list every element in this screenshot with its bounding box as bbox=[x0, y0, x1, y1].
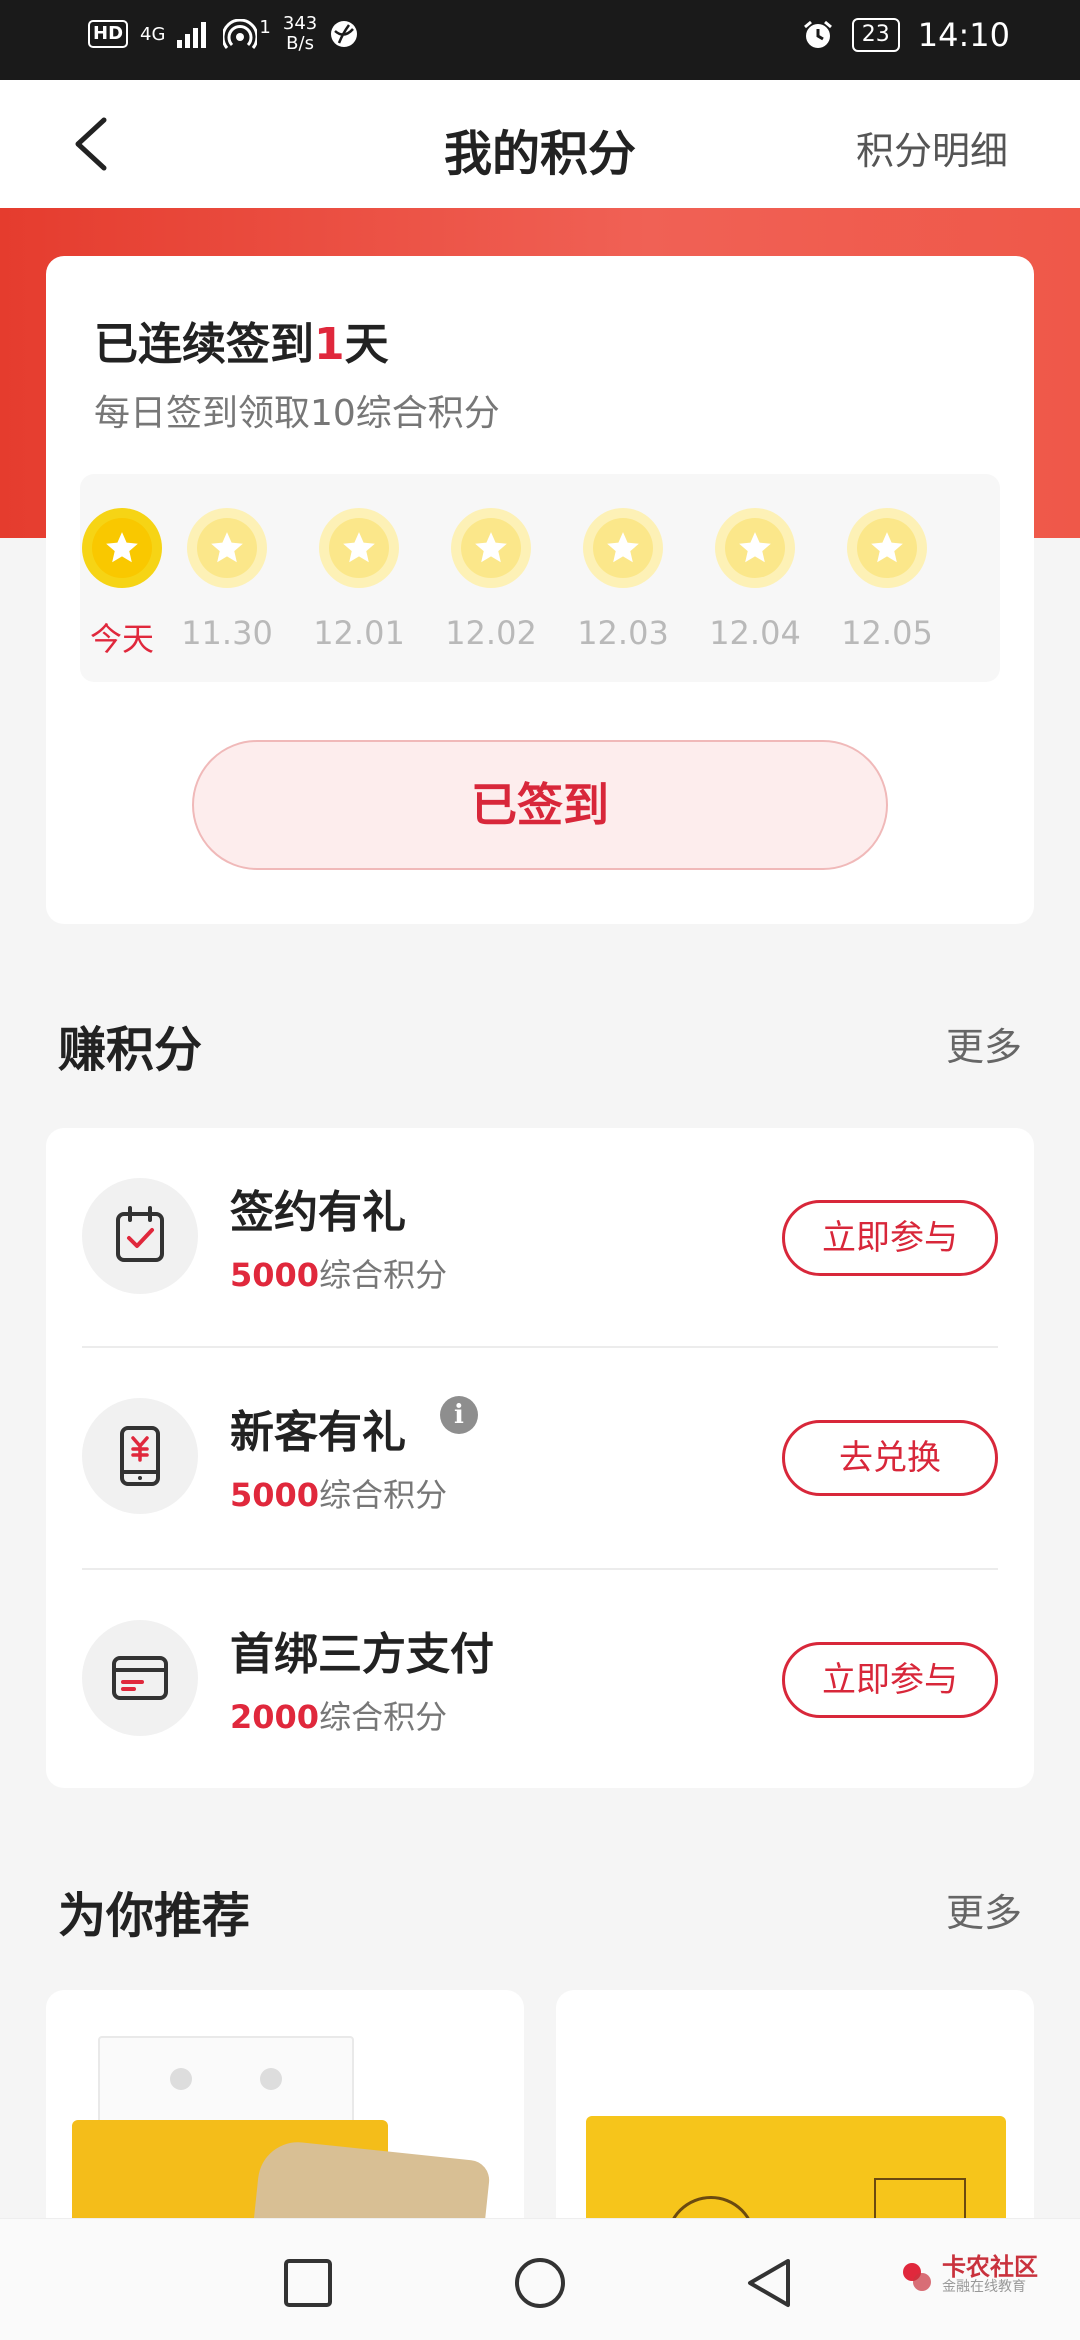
task-points-value: 5000 bbox=[230, 1476, 320, 1514]
star-coin-icon bbox=[847, 508, 927, 588]
day-label: 12.05 bbox=[841, 614, 933, 652]
task-points-unit: 综合积分 bbox=[319, 1698, 448, 1736]
product-image-tissue bbox=[250, 2138, 492, 2230]
redeem-button[interactable]: 去兑换 bbox=[782, 1420, 998, 1496]
day-item: 11.30 bbox=[172, 508, 282, 652]
clock: 14:10 bbox=[917, 16, 1010, 54]
day-label: 12.01 bbox=[313, 614, 405, 652]
task-points-value: 2000 bbox=[230, 1698, 320, 1736]
calendar-check-icon bbox=[82, 1178, 198, 1294]
day-label: 12.02 bbox=[445, 614, 537, 652]
task-name: 新客有礼 bbox=[230, 1407, 406, 1458]
hd-badge: HD bbox=[88, 20, 129, 48]
phone-yuan-icon bbox=[82, 1398, 198, 1514]
status-right: 23 14:10 bbox=[802, 16, 1010, 54]
watermark-text: 卡农社区 金融在线教育 bbox=[942, 2253, 1038, 2297]
sign-in-subtitle: 每日签到领取10综合积分 bbox=[94, 393, 500, 434]
product-card[interactable] bbox=[46, 1990, 524, 2230]
recent-apps-icon[interactable] bbox=[280, 2255, 336, 2311]
day-item: 12.01 bbox=[304, 508, 414, 652]
app-notification-icon bbox=[331, 21, 358, 47]
sign-in-calendar: 今天 11.30 12.01 12.02 12.03 12.04 12.05 bbox=[80, 474, 1000, 682]
battery-icon: 23 bbox=[851, 18, 900, 52]
status-left: HD 4G 1 343 B/s bbox=[88, 14, 359, 54]
task-points: 2000综合积分 bbox=[230, 1692, 447, 1738]
watermark-subtitle: 金融在线教育 bbox=[942, 2279, 1026, 2295]
product-tag-icon bbox=[874, 2178, 966, 2222]
day-label: 12.04 bbox=[709, 614, 801, 652]
day-label: 11.30 bbox=[181, 614, 273, 652]
status-bar: HD 4G 1 343 B/s 23 14:10 bbox=[0, 0, 1080, 80]
hotspot-count: 1 bbox=[259, 16, 271, 38]
day-item: 12.05 bbox=[832, 508, 942, 652]
day-item: 12.03 bbox=[568, 508, 678, 652]
back-icon[interactable] bbox=[742, 2255, 798, 2311]
card-icon bbox=[82, 1620, 198, 1736]
day-item: 今天 bbox=[67, 508, 177, 660]
sign-in-card: 已连续签到1天 每日签到领取10综合积分 今天 11.30 12.01 12.0… bbox=[46, 256, 1034, 924]
product-image bbox=[586, 2116, 1006, 2230]
product-card[interactable] bbox=[556, 1990, 1034, 2230]
day-label: 今天 bbox=[89, 620, 154, 658]
system-nav-bar: 卡农社区 金融在线教育 bbox=[0, 2218, 1080, 2340]
watermark-title: 卡农社区 bbox=[942, 2253, 1038, 2281]
earn-more-link[interactable]: 更多 bbox=[946, 1016, 1022, 1071]
net-speed-value: 343 bbox=[282, 13, 318, 34]
network-type: 4G bbox=[140, 23, 166, 45]
product-image-top bbox=[98, 2036, 354, 2126]
day-label: 12.03 bbox=[577, 614, 669, 652]
alarm-icon bbox=[803, 20, 832, 48]
net-speed: 343 B/s bbox=[283, 14, 317, 54]
join-now-button[interactable]: 立即参与 bbox=[782, 1200, 998, 1276]
star-coin-icon bbox=[82, 508, 162, 588]
watermark: 卡农社区 金融在线教育 bbox=[900, 2253, 1038, 2297]
recommend-title: 为你推荐 bbox=[58, 1888, 251, 1944]
streak-heading: 已连续签到1天 bbox=[94, 308, 389, 372]
task-name: 签约有礼 bbox=[230, 1187, 406, 1238]
recommend-more-link[interactable]: 更多 bbox=[946, 1882, 1022, 1937]
task-points-value: 5000 bbox=[230, 1256, 320, 1294]
task-points: 5000综合积分 bbox=[230, 1470, 447, 1516]
app-header: 我的积分 积分明细 bbox=[0, 80, 1080, 208]
signal-icon bbox=[177, 22, 207, 48]
signed-in-button[interactable]: 已签到 bbox=[192, 740, 888, 870]
star-coin-icon bbox=[583, 508, 663, 588]
star-coin-icon bbox=[187, 508, 267, 588]
home-icon[interactable] bbox=[512, 2255, 568, 2311]
day-item: 12.02 bbox=[436, 508, 546, 652]
task-points-unit: 综合积分 bbox=[319, 1476, 448, 1514]
earn-points-title: 赚积分 bbox=[58, 1022, 203, 1078]
streak-days: 1 bbox=[314, 319, 345, 370]
task-name: 首绑三方支付 bbox=[230, 1629, 494, 1680]
info-icon[interactable]: i bbox=[440, 1396, 478, 1434]
join-now-button[interactable]: 立即参与 bbox=[782, 1642, 998, 1718]
star-coin-icon bbox=[715, 508, 795, 588]
star-coin-icon bbox=[319, 508, 399, 588]
task-item: 签约有礼 5000综合积分 立即参与 bbox=[46, 1128, 1034, 1348]
task-item: 首绑三方支付 2000综合积分 立即参与 bbox=[46, 1570, 1034, 1790]
day-item: 12.04 bbox=[700, 508, 810, 652]
task-points-unit: 综合积分 bbox=[319, 1256, 448, 1294]
task-points: 5000综合积分 bbox=[230, 1250, 447, 1296]
points-detail-link[interactable]: 积分明细 bbox=[856, 120, 1008, 175]
net-speed-unit: B/s bbox=[286, 33, 314, 54]
watermark-logo-icon bbox=[903, 2263, 931, 2291]
hotspot-icon bbox=[223, 19, 258, 49]
task-item: 新客有礼 i 5000综合积分 去兑换 bbox=[46, 1348, 1034, 1568]
earn-tasks-card: 签约有礼 5000综合积分 立即参与 新客有礼 i 5000综合积分 去兑换 首… bbox=[46, 1128, 1034, 1788]
streak-suffix: 天 bbox=[344, 319, 389, 370]
streak-prefix: 已连续签到 bbox=[94, 319, 314, 370]
star-coin-icon bbox=[451, 508, 531, 588]
